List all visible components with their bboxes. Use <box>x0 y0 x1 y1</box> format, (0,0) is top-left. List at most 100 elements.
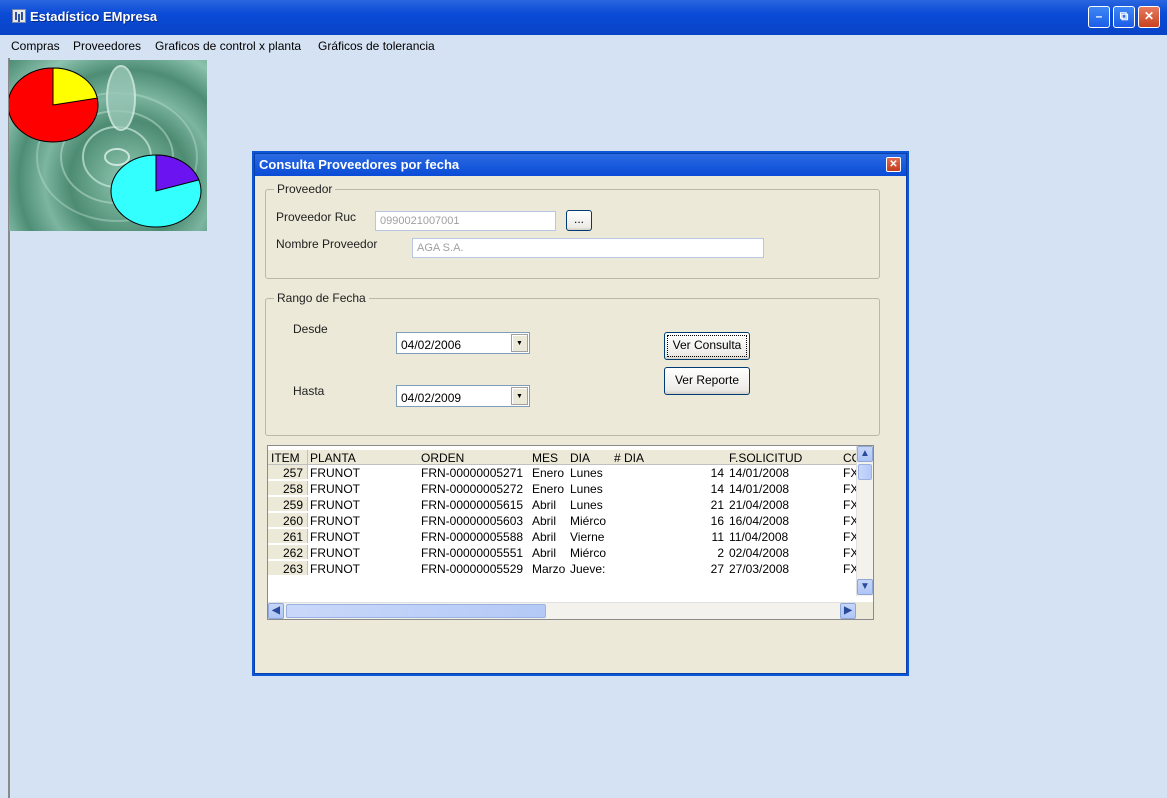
grid-cell: Abril <box>532 498 557 512</box>
grid-header-cell[interactable]: ORDEN <box>421 451 531 465</box>
scroll-corner <box>856 602 873 619</box>
ruc-field[interactable]: 0990021007001 <box>375 211 556 231</box>
table-row[interactable]: 259 FRUNOT FRN-00000005615 Abril Lunes 21 21/0… <box>268 497 858 512</box>
grid-cell: Lunes <box>570 498 603 512</box>
grid-cell: 11 <box>711 530 724 544</box>
grid-header-row: ITEMPLANTAORDENMESDIA# DIAF.SOLICITUDCO <box>268 450 858 465</box>
nombre-label: Nombre Proveedor <box>276 237 378 251</box>
restore-button[interactable]: ⧉ <box>1113 6 1135 28</box>
grid-cell: 02/04/2008 <box>729 546 790 560</box>
grid-cell: 14/01/2008 <box>729 466 790 480</box>
hasta-date-picker[interactable]: 04/02/2009 ▼ <box>396 385 530 407</box>
grid-cell: FRUNOT <box>310 466 360 480</box>
grid-cell: Miérco <box>570 546 607 560</box>
dialog-title: Consulta Proveedores por fecha <box>259 157 460 172</box>
results-grid[interactable]: ITEMPLANTAORDENMESDIA# DIAF.SOLICITUDCO2… <box>267 445 874 620</box>
grid-cell: 16/04/2008 <box>729 514 790 528</box>
grid-cell: 260 <box>268 513 308 527</box>
vertical-scrollbar[interactable]: ▲ ▼ <box>856 446 873 596</box>
menu-graficos-tolerancia[interactable]: Gráficos de tolerancia <box>318 39 435 53</box>
grid-header-cell[interactable]: MES <box>532 451 570 465</box>
rango-fecha-legend: Rango de Fecha <box>274 291 369 305</box>
chevron-down-icon[interactable]: ▼ <box>511 334 528 352</box>
consulta-dialog: Consulta Proveedores por fecha ✕ Proveed… <box>254 153 907 674</box>
grid-cell: FRUNOT <box>310 546 360 560</box>
ruc-label: Proveedor Ruc <box>276 210 357 224</box>
title-bar[interactable]: Estadístico EMpresa – ⧉ ✕ <box>0 0 1167 35</box>
table-row[interactable]: 263 FRUNOT FRN-00000005529 Marzo Jueve: 27 27/… <box>268 561 858 576</box>
grid-cell: 27 <box>710 562 724 576</box>
grid-cell: Enero <box>532 466 565 480</box>
vertical-scroll-thumb[interactable] <box>858 464 872 480</box>
grid-cell: FRN-00000005272 <box>421 482 524 496</box>
close-button[interactable]: ✕ <box>1138 6 1160 28</box>
table-row[interactable]: 262 FRUNOT FRN-00000005551 Abril Miérco 2 02/0… <box>268 545 858 560</box>
scroll-left-icon[interactable]: ◀ <box>268 603 284 619</box>
browse-proveedor-button[interactable]: ... <box>566 210 592 231</box>
grid-cell: 257 <box>268 465 308 479</box>
horizontal-scrollbar[interactable]: ◀ ▶ <box>268 602 858 619</box>
grid-cell: 2 <box>717 546 724 560</box>
hasta-date-value: 04/02/2009 <box>401 391 462 405</box>
rango-fecha-group: Rango de Fecha Desde 04/02/2006 ▼ Hasta … <box>265 291 880 436</box>
grid-cell: FRUNOT <box>310 482 360 496</box>
grid-cell: FRUNOT <box>310 498 360 512</box>
nombre-proveedor-field[interactable]: AGA S.A. <box>412 238 764 258</box>
grid-cell: 14 <box>710 466 724 480</box>
menu-graficos-control[interactable]: Graficos de control x planta <box>155 39 301 53</box>
grid-cell: Abril <box>532 530 557 544</box>
grid-cell: FRN-00000005615 <box>421 498 524 512</box>
table-row[interactable]: 258 FRUNOT FRN-00000005272 Enero Lunes 14 14/0… <box>268 481 858 496</box>
grid-header-cell[interactable]: F.SOLICITUD <box>729 451 839 465</box>
grid-cell: Jueve: <box>570 562 606 576</box>
menu-compras[interactable]: Compras <box>11 39 60 53</box>
grid-cell: Enero <box>532 482 565 496</box>
dialog-title-bar[interactable]: Consulta Proveedores por fecha ✕ <box>255 154 906 176</box>
desde-date-picker[interactable]: 04/02/2006 ▼ <box>396 332 530 354</box>
grid-header-cell[interactable]: PLANTA <box>310 451 420 465</box>
grid-cell: 261 <box>268 529 308 543</box>
grid-cell: Lunes <box>570 466 603 480</box>
grid-cell: 21 <box>710 498 724 512</box>
grid-cell: 258 <box>268 481 308 495</box>
grid-cell: 14/01/2008 <box>729 482 790 496</box>
grid-cell: Abril <box>532 514 557 528</box>
grid-cell: FRUNOT <box>310 530 360 544</box>
scroll-up-icon[interactable]: ▲ <box>857 446 873 462</box>
grid-header-cell[interactable]: DIA <box>570 451 614 465</box>
window-title: Estadístico EMpresa <box>30 9 158 24</box>
grid-cell: FRN-00000005588 <box>421 530 524 544</box>
grid-cell: 14 <box>710 482 724 496</box>
horizontal-scroll-thumb[interactable] <box>286 604 546 618</box>
scroll-down-icon[interactable]: ▼ <box>857 579 873 595</box>
grid-cell: 262 <box>268 545 308 559</box>
scroll-right-icon[interactable]: ▶ <box>840 603 856 619</box>
grid-cell: 21/04/2008 <box>729 498 790 512</box>
grid-cell: Abril <box>532 546 557 560</box>
pie-slice-top <box>52 67 98 106</box>
ver-reporte-button[interactable]: Ver Reporte <box>664 367 750 395</box>
grid-cell: FRUNOT <box>310 514 360 528</box>
grid-cell: FRN-00000005603 <box>421 514 524 528</box>
menu-proveedores[interactable]: Proveedores <box>73 39 141 53</box>
minimize-button[interactable]: – <box>1088 6 1110 28</box>
grid-cell: Lunes <box>570 482 603 496</box>
proveedor-legend: Proveedor <box>274 182 336 196</box>
table-row[interactable]: 261 FRUNOT FRN-00000005588 Abril Vierne 11 11/… <box>268 529 858 544</box>
dialog-close-button[interactable]: ✕ <box>886 157 901 172</box>
desde-label: Desde <box>293 322 328 336</box>
hasta-label: Hasta <box>293 384 325 398</box>
table-row[interactable]: 260 FRUNOT FRN-00000005603 Abril Miérco 16 16/… <box>268 513 858 528</box>
grid-header-cell[interactable]: # DIA <box>614 451 724 465</box>
grid-header-cell[interactable]: ITEM <box>268 450 308 464</box>
grid-cell: Marzo <box>532 562 566 576</box>
table-row[interactable]: 257 FRUNOT FRN-00000005271 Enero Lunes 14 14/0… <box>268 465 858 480</box>
app-icon[interactable] <box>12 9 26 23</box>
grid-cell: FRUNOT <box>310 562 360 576</box>
chevron-down-icon[interactable]: ▼ <box>511 387 528 405</box>
splash-graphic <box>9 65 202 228</box>
grid-cell: FRN-00000005271 <box>421 466 524 480</box>
grid-cell: 259 <box>268 497 308 511</box>
ver-consulta-button[interactable]: Ver Consulta <box>664 332 750 360</box>
splash-image <box>9 60 207 231</box>
